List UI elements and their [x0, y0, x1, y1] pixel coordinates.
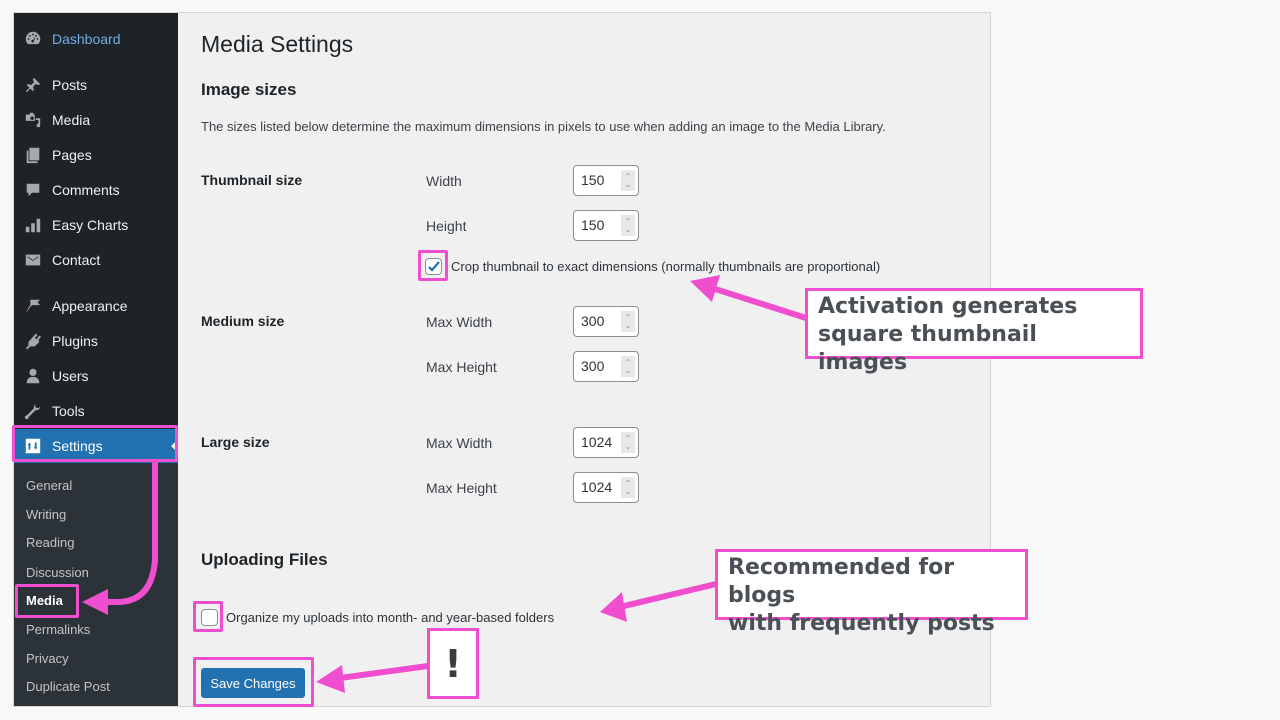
- organize-checkbox-highlight: [193, 601, 223, 632]
- large-height-input[interactable]: 1024 ⌃ ⌄: [573, 472, 639, 503]
- sidebar-item-tools[interactable]: Tools: [14, 394, 178, 428]
- thumbnail-height-input[interactable]: 150 ⌃ ⌄: [573, 210, 639, 241]
- envelope-icon: [23, 250, 43, 270]
- sidebar-item-pages[interactable]: Pages: [14, 138, 178, 172]
- organize-note-callout: Recommended for blogs with frequently po…: [715, 549, 1028, 636]
- medium-width-label: Max Width: [426, 314, 493, 330]
- plug-icon: [23, 331, 43, 351]
- submenu-item-writing[interactable]: Writing: [26, 505, 66, 525]
- thumbnail-size-label: Thumbnail size: [201, 172, 303, 188]
- sidebar-item-label: Appearance: [52, 298, 128, 314]
- crop-checkbox-highlight: [418, 250, 448, 281]
- crop-note-callout: Activation generates square thumbnail im…: [805, 288, 1143, 375]
- save-button-highlight: [193, 657, 314, 707]
- sidebar-item-posts[interactable]: Posts: [14, 68, 178, 102]
- medium-height-label: Max Height: [426, 359, 497, 375]
- paintbrush-icon: [23, 296, 43, 316]
- sidebar-item-label: Easy Charts: [52, 217, 129, 233]
- submenu-item-reading[interactable]: Reading: [26, 533, 74, 553]
- submenu-item-privacy[interactable]: Privacy: [26, 649, 69, 669]
- submenu-item-duplicate-post[interactable]: Duplicate Post: [26, 677, 110, 697]
- sidebar-item-label: Plugins: [52, 333, 98, 349]
- number-spinner-icon[interactable]: ⌃ ⌄: [621, 311, 635, 332]
- sidebar-item-label: Pages: [52, 147, 92, 163]
- media-submenu-highlight: [15, 584, 79, 618]
- bar-chart-icon: [23, 215, 43, 235]
- sidebar-item-media[interactable]: Media: [14, 103, 178, 137]
- thumbnail-height-label: Height: [426, 218, 467, 234]
- settings-highlight: [12, 425, 178, 462]
- page-title: Media Settings: [201, 31, 354, 57]
- submenu-item-permalinks[interactable]: Permalinks: [26, 620, 90, 640]
- sidebar-item-label: Dashboard: [52, 31, 121, 47]
- sidebar-item-label: Users: [52, 368, 89, 384]
- image-sizes-description: The sizes listed below determine the max…: [201, 119, 886, 134]
- sidebar-item-dashboard[interactable]: Dashboard: [14, 22, 178, 56]
- exclamation-icon: !: [427, 628, 479, 699]
- sidebar-item-easy-charts[interactable]: Easy Charts: [14, 208, 178, 242]
- pages-icon: [23, 145, 43, 165]
- sidebar-item-appearance[interactable]: Appearance: [14, 289, 178, 323]
- wrench-icon: [23, 401, 43, 421]
- large-size-label: Large size: [201, 434, 270, 450]
- sidebar-item-label: Contact: [52, 252, 101, 268]
- image-sizes-heading: Image sizes: [201, 80, 297, 99]
- sidebar-item-contact[interactable]: Contact: [14, 243, 178, 277]
- sidebar-item-plugins[interactable]: Plugins: [14, 324, 178, 358]
- medium-height-input[interactable]: 300 ⌃ ⌄: [573, 351, 639, 382]
- crop-thumbnail-label[interactable]: Crop thumbnail to exact dimensions (norm…: [451, 259, 880, 274]
- large-width-input[interactable]: 1024 ⌃ ⌄: [573, 427, 639, 458]
- number-spinner-icon[interactable]: ⌃ ⌄: [621, 432, 635, 453]
- submenu-item-general[interactable]: General: [26, 476, 72, 496]
- comment-icon: [23, 180, 43, 200]
- thumbnail-width-input[interactable]: 150 ⌃ ⌄: [573, 165, 639, 196]
- uploading-files-heading: Uploading Files: [201, 550, 328, 569]
- dashboard-icon: [23, 29, 43, 49]
- number-spinner-icon[interactable]: ⌃ ⌄: [621, 356, 635, 377]
- sidebar-item-users[interactable]: Users: [14, 359, 178, 393]
- submenu-item-discussion[interactable]: Discussion: [26, 563, 89, 583]
- number-spinner-icon[interactable]: ⌃ ⌄: [621, 215, 635, 236]
- sidebar-item-label: Media: [52, 112, 91, 128]
- number-spinner-icon[interactable]: ⌃ ⌄: [621, 477, 635, 498]
- medium-width-input[interactable]: 300 ⌃ ⌄: [573, 306, 639, 337]
- sidebar-item-label: Comments: [52, 182, 120, 198]
- large-width-label: Max Width: [426, 435, 493, 451]
- thumbnail-width-label: Width: [426, 173, 462, 189]
- pushpin-icon: [23, 75, 43, 95]
- sidebar-item-comments[interactable]: Comments: [14, 173, 178, 207]
- medium-size-label: Medium size: [201, 313, 285, 329]
- user-icon: [23, 366, 43, 386]
- large-height-label: Max Height: [426, 480, 497, 496]
- organize-uploads-label[interactable]: Organize my uploads into month- and year…: [226, 610, 554, 625]
- media-icon: [23, 110, 43, 130]
- sidebar-item-label: Posts: [52, 77, 88, 93]
- sidebar-item-label: Tools: [52, 403, 85, 419]
- number-spinner-icon[interactable]: ⌃ ⌄: [621, 170, 635, 191]
